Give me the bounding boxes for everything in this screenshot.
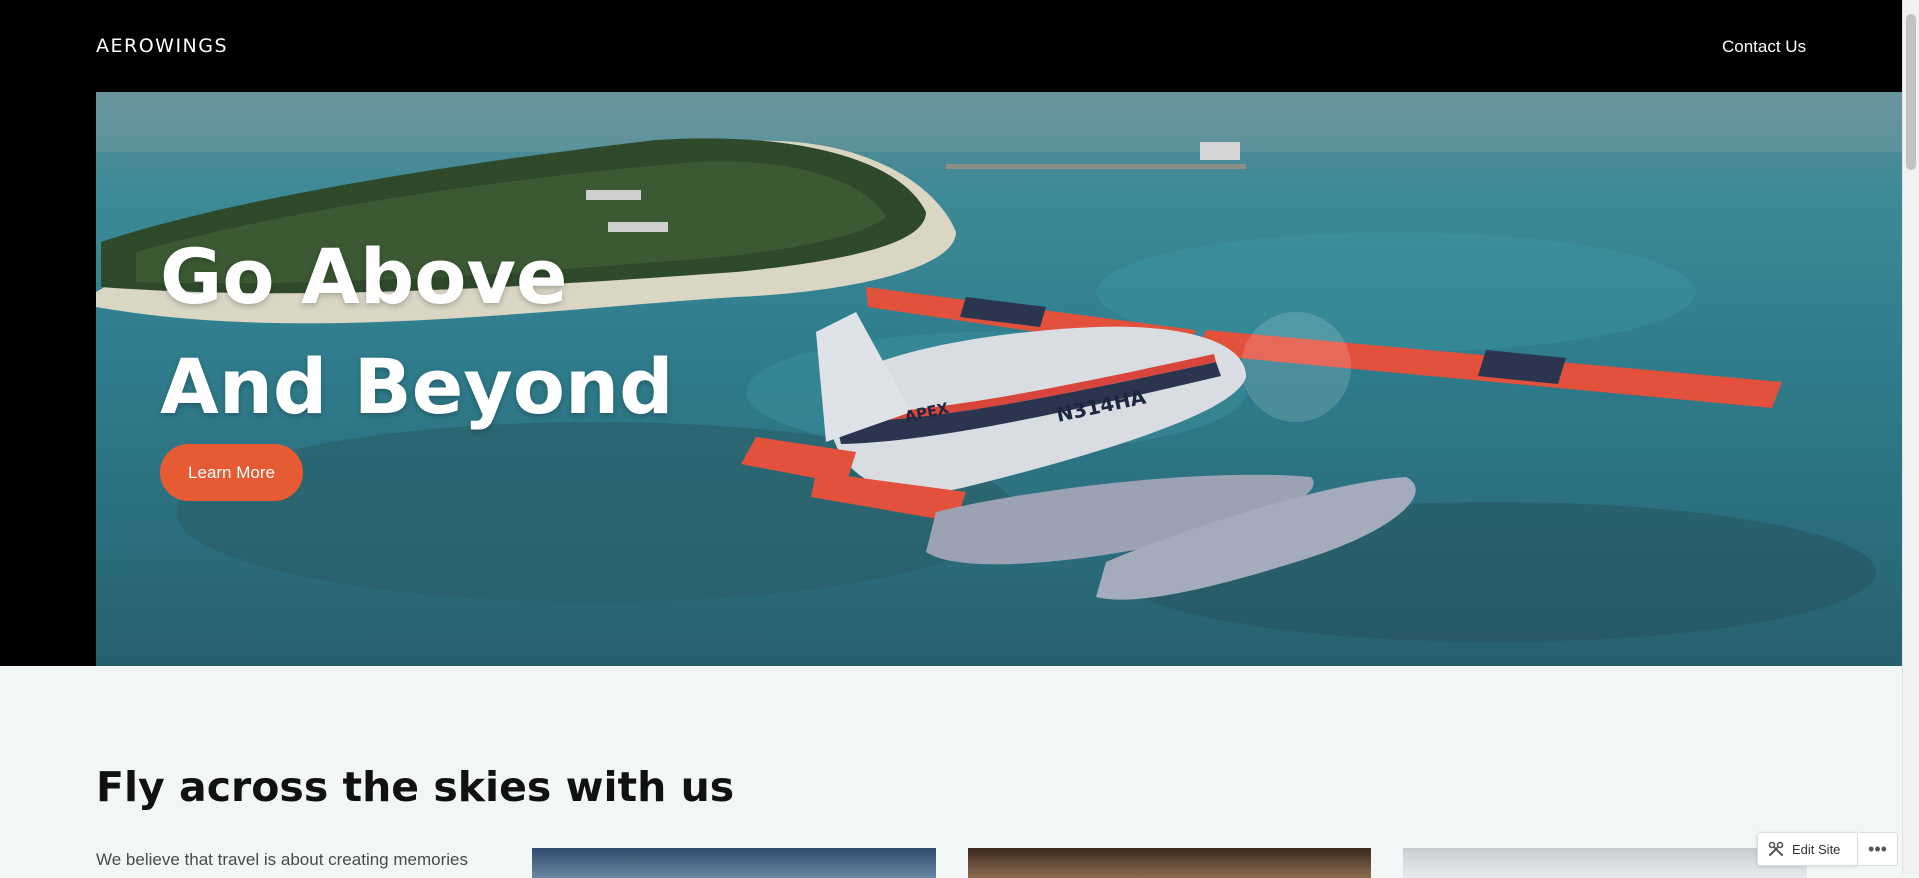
- site-header: AEROWINGS Contact Us: [0, 0, 1902, 92]
- page: AEROWINGS Contact Us N314HA APEX Go Abov…: [0, 0, 1902, 878]
- learn-more-button[interactable]: Learn More: [160, 444, 303, 501]
- edit-site-label: Edit Site: [1792, 841, 1841, 857]
- scrollbar-thumb[interactable]: [1906, 14, 1916, 170]
- section-intro-text: We believe that travel is about creating…: [96, 850, 468, 869]
- tools-icon: [1768, 841, 1784, 856]
- nav-contact-link[interactable]: Contact Us: [1722, 37, 1806, 57]
- hero-title-line-1: Go Above: [160, 232, 568, 321]
- edit-site-button[interactable]: Edit Site: [1757, 832, 1858, 866]
- hero-banner: N314HA APEX Go Above And Beyond Learn Mo…: [96, 92, 1902, 666]
- section-title: Fly across the skies with us: [96, 763, 735, 811]
- site-logo[interactable]: AEROWINGS: [96, 35, 228, 57]
- page-scrollbar[interactable]: [1902, 0, 1919, 874]
- hero-title: Go Above And Beyond: [160, 222, 674, 442]
- header-side-band: [0, 92, 96, 666]
- more-options-icon[interactable]: •••: [1858, 832, 1898, 866]
- hero-title-line-2: And Beyond: [160, 342, 674, 431]
